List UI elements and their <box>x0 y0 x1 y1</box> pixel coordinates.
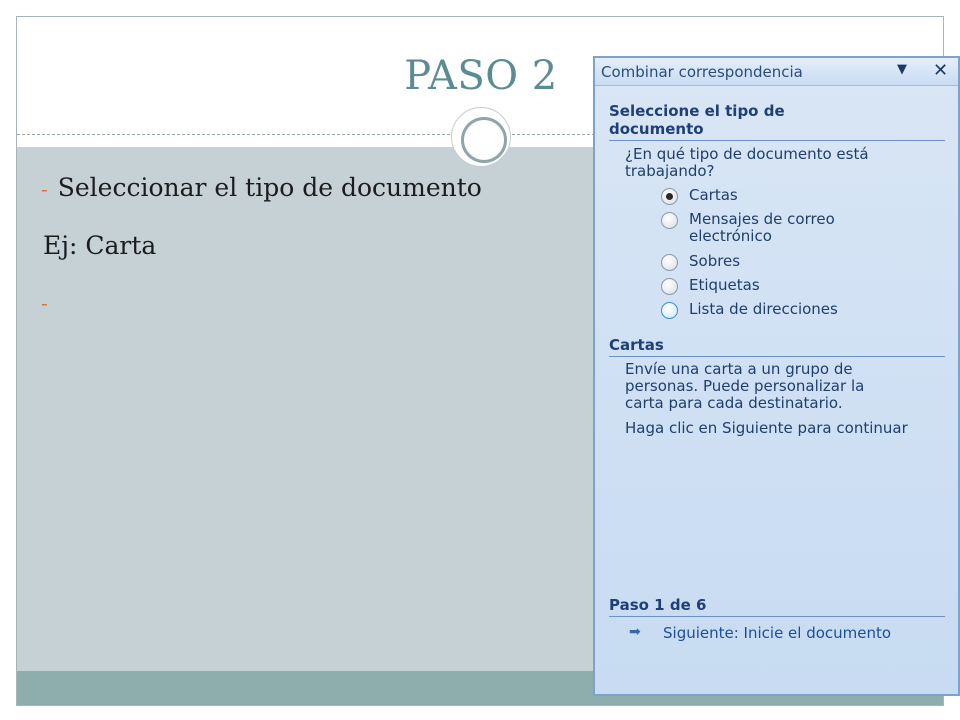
radio-button-icon[interactable] <box>661 188 678 205</box>
radio-label: Cartas <box>689 186 738 204</box>
circle-ornament-icon <box>451 107 511 167</box>
bullet-item: - Seleccionar el tipo de documento <box>41 173 482 202</box>
next-step-label[interactable]: Siguiente: Inicie el documento <box>663 624 891 642</box>
step-heading: Paso 1 de 6 <box>609 596 945 617</box>
next-step-link[interactable]: ➡ Siguiente: Inicie el documento <box>629 624 949 644</box>
bullet-text: Seleccionar el tipo de documento <box>57 173 482 202</box>
radio-button-icon[interactable] <box>661 278 678 295</box>
bullet-dash: - <box>41 291 48 315</box>
question-text: ¿En qué tipo de documento está trabajand… <box>625 146 955 180</box>
radio-label: Etiquetas <box>689 276 760 294</box>
radio-label: Sobres <box>689 252 741 270</box>
section-heading-line: documento <box>609 120 704 138</box>
radio-label: Mensajes de correo electrónico <box>689 211 949 245</box>
pane-title: Combinar correspondencia <box>601 63 803 81</box>
pane-header: Combinar correspondencia ▼ ✕ <box>595 58 958 86</box>
mail-merge-task-pane: Combinar correspondencia ▼ ✕ Seleccione … <box>593 56 960 696</box>
empty-bullet: - <box>41 287 58 316</box>
radio-button-icon[interactable] <box>661 302 678 319</box>
description-line: personas. Puede personalizar la <box>625 377 865 395</box>
section-heading-document-type: Seleccione el tipo de documento <box>609 102 945 141</box>
description-line: carta para cada destinatario. <box>625 394 843 412</box>
description-line: Envíe una carta a un grupo de <box>625 360 853 378</box>
radio-button-icon[interactable] <box>661 254 678 271</box>
radio-option-lista[interactable]: Lista de direcciones <box>661 300 951 320</box>
question-line: trabajando? <box>625 162 715 180</box>
radio-option-sobres[interactable]: Sobres <box>661 252 951 272</box>
close-icon[interactable]: ✕ <box>933 60 948 81</box>
bullet-dash: - <box>41 177 48 201</box>
radio-label-line: Mensajes de correo <box>689 210 835 228</box>
arrow-right-icon[interactable]: ➡ <box>629 624 641 640</box>
radio-button-icon[interactable] <box>661 212 678 229</box>
section-heading-line: Seleccione el tipo de <box>609 102 785 120</box>
hint-text: Haga clic en Siguiente para continuar <box>625 419 908 437</box>
example-line: Ej: Carta <box>43 231 157 260</box>
radio-label-line: electrónico <box>689 227 772 245</box>
radio-label: Lista de direcciones <box>689 300 838 318</box>
radio-option-etiquetas[interactable]: Etiquetas <box>661 276 951 296</box>
section-heading-cartas: Cartas <box>609 336 945 357</box>
question-line: ¿En qué tipo de documento está <box>625 145 869 163</box>
radio-option-mensajes[interactable]: Mensajes de correo electrónico <box>661 210 951 248</box>
radio-option-cartas[interactable]: Cartas <box>661 186 951 206</box>
description-text: Envíe una carta a un grupo de personas. … <box>625 361 955 412</box>
dropdown-arrow-icon[interactable]: ▼ <box>897 62 907 77</box>
